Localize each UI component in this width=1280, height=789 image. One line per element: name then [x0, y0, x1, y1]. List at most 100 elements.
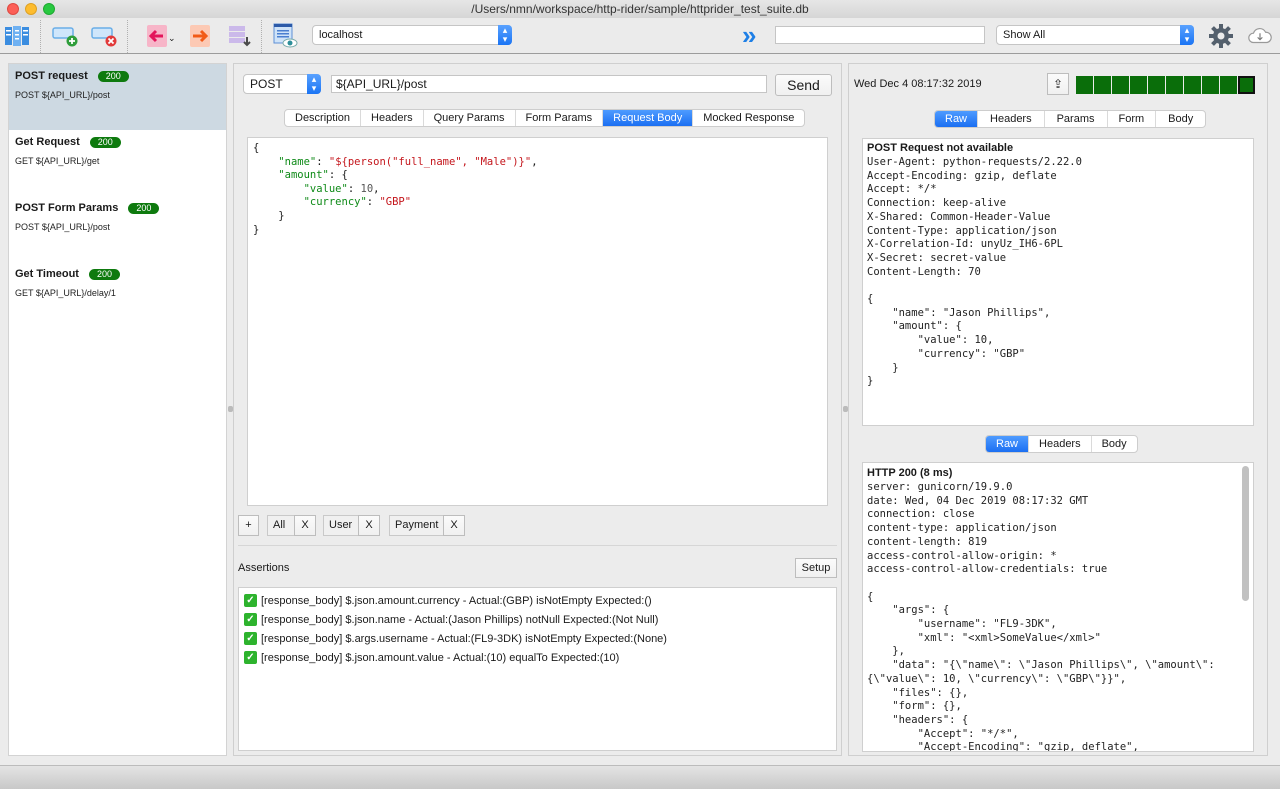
request-list-item[interactable]: Get Timeout 200 GET ${API_URL}/delay/1: [9, 262, 226, 328]
close-window-button[interactable]: [7, 3, 19, 15]
response-scrollbar[interactable]: [1242, 466, 1249, 601]
history-item[interactable]: [1148, 76, 1165, 94]
import-arrow-icon[interactable]: [143, 23, 171, 49]
history-item[interactable]: [1202, 76, 1219, 94]
tab-headers[interactable]: Headers: [978, 111, 1045, 127]
tab-headers[interactable]: Headers: [361, 110, 424, 126]
request-list-item[interactable]: Get Request 200 GET ${API_URL}/get: [9, 130, 226, 196]
status-badge: 200: [97, 70, 129, 82]
text-line: "amount": {: [867, 320, 962, 333]
text-line: access-control-allow-credentials: true: [867, 563, 1108, 576]
code-line: }: [253, 223, 260, 236]
assertion-row[interactable]: ✓ [response_body] $.args.username - Actua…: [239, 629, 836, 648]
history-item[interactable]: [1094, 76, 1111, 94]
tab-form[interactable]: Form: [1108, 111, 1157, 127]
assertion-row[interactable]: ✓ [response_body] $.json.amount.currency …: [239, 591, 836, 610]
text-line: Content-Type: application/json: [867, 224, 1057, 237]
text-line: "form": {},: [867, 700, 962, 713]
code-line: "currency": "GBP": [303, 196, 412, 209]
assertion-row[interactable]: ✓ [response_body] $.json.amount.value - A…: [239, 648, 836, 667]
remove-tag-button[interactable]: X: [443, 515, 465, 536]
code-line: "value": 10,: [303, 182, 380, 195]
text-line: "name": "Jason Phillips",: [867, 306, 1051, 319]
history-item[interactable]: [1238, 76, 1255, 94]
merge-down-icon[interactable]: [225, 23, 253, 49]
search-input[interactable]: [775, 26, 985, 44]
filter-select[interactable]: Show All ▴ ▾: [996, 25, 1194, 45]
text-line: Accept-Encoding: gzip, deflate: [867, 169, 1057, 182]
export-arrow-icon[interactable]: [186, 23, 214, 49]
settings-gear-icon[interactable]: [1207, 23, 1235, 49]
minimize-window-button[interactable]: [25, 3, 37, 15]
tag-chip: Payment X: [389, 515, 465, 536]
request-subtitle: GET ${API_URL}/get: [15, 156, 100, 166]
text-line: Accept: */*: [867, 183, 937, 196]
share-icon[interactable]: ⇪: [1047, 73, 1069, 95]
request-list-item[interactable]: POST request 200 POST ${API_URL}/post: [9, 64, 226, 130]
assertion-row[interactable]: ✓ [response_body] $.json.name - Actual:(J…: [239, 610, 836, 629]
text-line: content-length: 819: [867, 535, 988, 548]
history-item[interactable]: [1220, 76, 1237, 94]
import-dropdown-chevron-icon[interactable]: ⌄: [168, 33, 176, 44]
text-line: [867, 577, 1215, 591]
text-line: "Accept": "*/*",: [867, 727, 1019, 740]
toolbar: ⌄ localhost ▴ ▾ » Show All ▴ ▾: [0, 18, 1280, 54]
preview-eye-icon[interactable]: [271, 23, 299, 49]
request-list-item[interactable]: POST Form Params 200 POST ${API_URL}/post: [9, 196, 226, 262]
request-raw-title: POST Request not available: [867, 142, 1014, 154]
window-title: /Users/nmn/workspace/http-rider/sample/h…: [471, 2, 809, 16]
assertion-text: [response_body] $.json.name - Actual:(Ja…: [261, 613, 659, 626]
run-all-chevrons-icon[interactable]: »: [742, 22, 756, 48]
text-line: "value": 10,: [867, 334, 994, 347]
request-raw-view: POST Request not available User-Agent: p…: [862, 138, 1254, 426]
tab-mocked-response[interactable]: Mocked Response: [693, 110, 804, 126]
text-line: connection: close: [867, 508, 975, 521]
method-select[interactable]: POST ▴ ▾: [243, 74, 321, 94]
text-line: "args": {: [867, 604, 950, 617]
add-request-icon[interactable]: [51, 23, 79, 49]
layout-columns-icon[interactable]: [3, 23, 31, 49]
tag-chip: All X: [267, 515, 316, 536]
history-item[interactable]: [1076, 76, 1093, 94]
select-stepper-icon: ▴ ▾: [307, 74, 321, 94]
tab-body[interactable]: Body: [1156, 111, 1205, 127]
environment-select[interactable]: localhost ▴ ▾: [312, 25, 512, 45]
setup-button[interactable]: Setup: [795, 558, 837, 578]
cloud-download-icon[interactable]: [1246, 23, 1274, 49]
assertion-text: [response_body] $.args.username - Actual…: [261, 632, 667, 645]
exchange-timestamp: Wed Dec 4 08:17:32 2019: [854, 78, 982, 90]
request-title: POST Form Params: [15, 202, 119, 214]
text-line: "Accept-Encoding": "gzip, deflate",: [867, 741, 1139, 752]
status-badge: 200: [128, 202, 160, 214]
tab-body[interactable]: Body: [1092, 436, 1137, 452]
tab-headers[interactable]: Headers: [1029, 436, 1092, 452]
method-select-value: POST: [250, 77, 283, 91]
request-body-editor[interactable]: { "name": "${person("full_name", "Male")…: [247, 137, 828, 506]
tab-raw[interactable]: Raw: [935, 111, 979, 127]
request-title: Get Request: [15, 136, 80, 148]
environment-select-value: localhost: [319, 29, 363, 41]
tab-params[interactable]: Params: [1045, 111, 1108, 127]
assertions-list: ✓ [response_body] $.json.amount.currency …: [238, 587, 837, 751]
remove-tag-button[interactable]: X: [358, 515, 380, 536]
response-raw-content: server: gunicorn/19.9.0 date: Wed, 04 Dec…: [867, 481, 1215, 752]
delete-request-icon[interactable]: [90, 23, 118, 49]
maximize-window-button[interactable]: [43, 3, 55, 15]
tab-form-params[interactable]: Form Params: [516, 110, 604, 126]
history-item[interactable]: [1166, 76, 1183, 94]
text-line: }: [867, 361, 899, 374]
history-item[interactable]: [1184, 76, 1201, 94]
url-input[interactable]: ${API_URL}/post: [331, 75, 767, 93]
tab-request-body[interactable]: Request Body: [603, 110, 694, 126]
request-title: Get Timeout: [15, 268, 79, 280]
remove-tag-button[interactable]: X: [294, 515, 316, 536]
history-item[interactable]: [1112, 76, 1129, 94]
add-tag-button[interactable]: +: [238, 515, 259, 536]
request-tabs: Description Headers Query Params Form Pa…: [284, 109, 806, 127]
request-subtitle: POST ${API_URL}/post: [15, 222, 110, 232]
tab-raw[interactable]: Raw: [986, 436, 1030, 452]
tab-description[interactable]: Description: [285, 110, 362, 126]
tab-query-params[interactable]: Query Params: [424, 110, 516, 126]
history-item[interactable]: [1130, 76, 1147, 94]
send-button[interactable]: Send: [775, 74, 832, 96]
